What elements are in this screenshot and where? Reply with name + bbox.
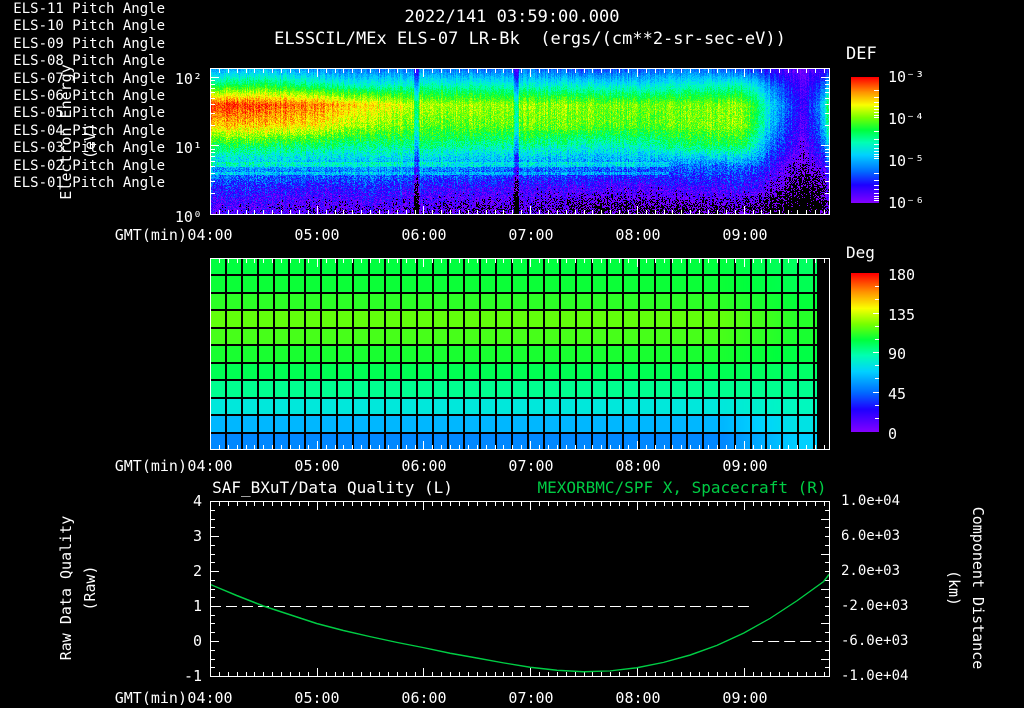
time-tick-label: 07:00 (508, 689, 554, 707)
gmt-axis-label-top: GMT(min) (114, 226, 187, 244)
line-title-right: MEXORBMC/SPF X, Spacecraft (R) (537, 478, 827, 497)
right-axis-tick: -2.0e+03 (841, 597, 909, 614)
time-tick-label: 06:00 (401, 457, 447, 475)
time-axis-top: 04:00 05:00 06:00 07:00 08:00 09:00 (187, 226, 768, 244)
raw-quality-axis-label: Raw Data Quality (57, 515, 75, 661)
plot-page: 2022/141 03:59:00.000 ELSSCIL/MEx ELS-07… (0, 0, 1024, 708)
time-tick-label: 05:00 (294, 226, 340, 244)
left-axis-ticks: 4 3 2 1 0 -1 (120, 483, 202, 693)
right-axis-tick: 1.0e+04 (841, 492, 901, 509)
left-axis-tick: 4 (192, 491, 202, 510)
time-tick-label: 08:00 (615, 226, 661, 244)
left-axis-tick: -1 (183, 666, 202, 685)
pitch-angle-heatmap (210, 258, 830, 450)
left-axis-tick: 1 (192, 596, 202, 615)
component-distance-axis-unit: (km) (945, 569, 963, 607)
def-colorbar-tick: 10⁻⁵ (888, 152, 925, 170)
energy-axis-tick: 10¹ (174, 138, 202, 157)
quality-distance-line-chart (210, 501, 830, 677)
deg-colorbar-tick: 180 (888, 265, 916, 284)
time-axis-bottom: 04:00 05:00 06:00 07:00 08:00 09:00 (187, 689, 768, 707)
electron-energy-spectrogram (210, 68, 830, 215)
time-tick-label: 04:00 (187, 226, 233, 244)
deg-colorbar-title: Deg (846, 243, 875, 262)
def-colorbar-tick: 10⁻⁴ (888, 110, 925, 128)
deg-colorbar (851, 273, 879, 432)
gmt-axis-label-middle: GMT(min) (114, 457, 187, 475)
def-colorbar (851, 77, 879, 203)
deg-colorbar-tick: 0 (888, 425, 898, 444)
title-datetime: 2022/141 03:59:00.000 (404, 7, 620, 27)
time-tick-label: 09:00 (722, 457, 768, 475)
gmt-axis-label-bottom: GMT(min) (114, 689, 187, 707)
right-axis-tick: -6.0e+03 (841, 632, 909, 649)
plot-title: ELSSCIL/MEx ELS-07 LR-Bk (ergs/(cm**2-sr… (274, 29, 786, 49)
raw-quality-axis-unit: (Raw) (81, 565, 99, 611)
left-axis-tick: 2 (192, 561, 202, 580)
time-tick-label: 05:00 (294, 689, 340, 707)
energy-axis-unit: (eV) (81, 122, 99, 160)
right-axis-tick: 2.0e+03 (841, 562, 901, 579)
time-tick-label: 04:00 (187, 689, 233, 707)
def-colorbar-title: DEF (846, 44, 877, 64)
component-distance-axis-label: Component Distance (969, 506, 987, 670)
deg-colorbar-ticks: 180 135 90 45 0 (888, 255, 948, 454)
time-tick-label: 07:00 (508, 457, 554, 475)
def-colorbar-ticks: 10⁻³ 10⁻⁴ 10⁻⁵ 10⁻⁶ (888, 56, 958, 224)
deg-colorbar-tick: 135 (888, 305, 916, 324)
right-axis-ticks: 1.0e+04 6.0e+03 2.0e+03 -2.0e+03 -6.0e+03 -1.… (841, 483, 931, 693)
time-tick-label: 04:00 (187, 457, 233, 475)
deg-colorbar-tick: 45 (888, 385, 907, 404)
energy-axis-ticks: 10² 10¹ 10⁰ (120, 44, 202, 251)
right-axis-tick: -1.0e+04 (841, 667, 909, 684)
energy-axis-tick: 10² (174, 69, 202, 88)
time-tick-label: 06:00 (401, 226, 447, 244)
time-tick-label: 09:00 (722, 689, 768, 707)
line-title-left: SAF_BXuT/Data Quality (L) (212, 478, 453, 497)
left-axis-tick: 0 (192, 631, 202, 650)
def-colorbar-tick: 10⁻³ (888, 68, 925, 86)
time-tick-label: 05:00 (294, 457, 340, 475)
time-tick-label: 08:00 (615, 689, 661, 707)
time-tick-label: 09:00 (722, 226, 768, 244)
time-tick-label: 06:00 (401, 689, 447, 707)
right-axis-tick: 6.0e+03 (841, 527, 901, 544)
left-axis-tick: 3 (192, 526, 202, 545)
time-axis-middle: 04:00 05:00 06:00 07:00 08:00 09:00 (187, 457, 768, 475)
def-colorbar-tick: 10⁻⁶ (888, 194, 925, 212)
deg-colorbar-tick: 90 (888, 345, 907, 364)
energy-axis-label: Electron Energy (57, 64, 75, 200)
time-tick-label: 07:00 (508, 226, 554, 244)
time-tick-label: 08:00 (615, 457, 661, 475)
